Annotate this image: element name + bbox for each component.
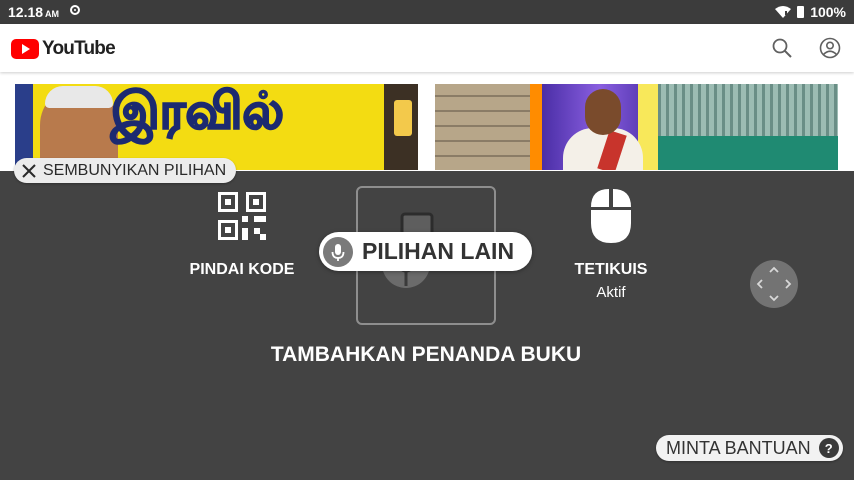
status-ampm: AM bbox=[45, 9, 60, 19]
status-time: 12.18 AM bbox=[8, 4, 60, 20]
video-thumbnail[interactable] bbox=[435, 84, 838, 170]
battery-level: 100% bbox=[810, 4, 846, 20]
move-arrows-icon bbox=[756, 266, 792, 302]
lamp-image bbox=[394, 100, 412, 136]
thumbnail-title: இரவில் bbox=[110, 84, 285, 141]
close-icon bbox=[22, 163, 36, 178]
wifi-icon bbox=[775, 6, 792, 18]
notification-icon bbox=[70, 5, 80, 15]
search-icon[interactable] bbox=[772, 38, 792, 58]
mouse-status: Aktif bbox=[596, 284, 626, 301]
status-right: 100% bbox=[775, 4, 846, 20]
app-header: YouTube bbox=[0, 24, 854, 72]
more-options-button[interactable]: PILIHAN LAIN bbox=[319, 232, 533, 271]
hide-options-button[interactable]: SEMBUNYIKAN PILIHAN bbox=[14, 158, 237, 183]
status-bar: 12.18 AM 100% bbox=[0, 0, 854, 24]
youtube-play-icon bbox=[11, 39, 39, 59]
account-icon[interactable] bbox=[819, 37, 841, 59]
hide-options-label: SEMBUNYIKAN PILIHAN bbox=[43, 161, 227, 179]
scan-code-label[interactable]: PINDAI KODE bbox=[190, 261, 295, 279]
move-arrows-button[interactable] bbox=[750, 260, 798, 308]
more-options-label: PILIHAN LAIN bbox=[362, 238, 515, 264]
mouse-label[interactable]: TETIKUIS bbox=[575, 261, 648, 279]
qr-code-icon[interactable] bbox=[218, 192, 266, 240]
youtube-logo-text: YouTube bbox=[42, 38, 116, 59]
battery-icon bbox=[797, 6, 805, 18]
add-bookmark-label[interactable]: TAMBAHKAN PENANDA BUKU bbox=[271, 343, 581, 367]
mouse-icon[interactable] bbox=[590, 188, 632, 244]
get-help-button[interactable]: MINTA BANTUAN ? bbox=[656, 435, 843, 461]
youtube-logo[interactable]: YouTube bbox=[11, 38, 116, 60]
get-help-label: MINTA BANTUAN bbox=[666, 437, 811, 458]
microphone-icon bbox=[323, 236, 353, 267]
help-icon: ? bbox=[818, 438, 839, 458]
